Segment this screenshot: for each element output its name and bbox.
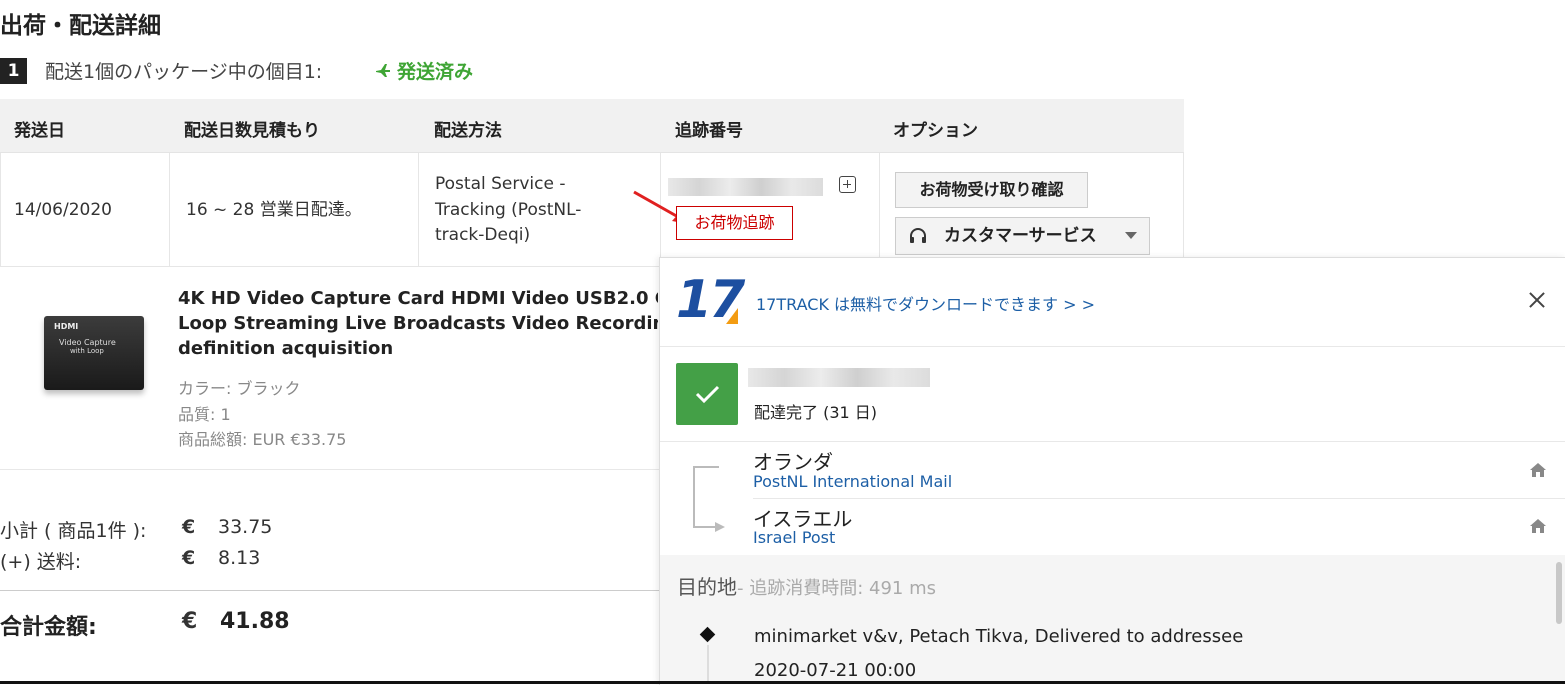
product-quantity: 品質: 1	[178, 405, 231, 424]
method-line-3: track-Deqi)	[435, 225, 531, 245]
logo-orange-corner	[726, 308, 738, 324]
shipping-label: (+) 送料:	[0, 551, 82, 573]
home-icon[interactable]	[1529, 462, 1547, 478]
col-options: オプション	[893, 121, 978, 141]
route-arrow-icon	[715, 522, 725, 532]
product-image-text-2: with Loop	[70, 347, 104, 355]
method-line-1: Postal Service -	[435, 174, 566, 194]
product-title-line: definition acquisition	[178, 338, 394, 359]
col-tracking-number: 追跡番号	[675, 121, 743, 141]
17track-logo: 17	[676, 270, 745, 330]
home-icon[interactable]	[1529, 518, 1547, 534]
divider	[660, 441, 1565, 442]
headset-icon	[908, 218, 928, 254]
scrollbar-thumb[interactable]	[1556, 562, 1562, 624]
method-line-2: Tracking (PostNL-	[435, 200, 582, 220]
table-divider	[169, 153, 170, 267]
package-number-badge: 1	[0, 58, 27, 84]
product-total: 商品総額: EUR €33.75	[178, 430, 347, 449]
shipping-status: 発送済み	[375, 57, 473, 84]
divider	[753, 498, 1565, 499]
product-title-line: 4K HD Video Capture Card HDMI Video USB2…	[178, 288, 658, 309]
shipping-status-label: 発送済み	[397, 61, 474, 83]
divider	[0, 469, 660, 470]
confirm-receipt-button[interactable]: お荷物受け取り確認	[895, 172, 1088, 208]
col-estimate: 配送日数見積もり	[184, 121, 320, 141]
product-color: カラー: ブラック	[178, 379, 301, 398]
delivery-status: 配達完了 (31 日)	[754, 403, 878, 422]
col-ship-date: 発送日	[14, 121, 65, 141]
tracking-number-redacted	[748, 368, 930, 387]
caret-down-icon	[1125, 232, 1137, 239]
col-method: 配送方法	[434, 121, 502, 141]
plus-square-icon[interactable]	[839, 176, 856, 193]
shipping-table-header	[0, 99, 1184, 153]
customer-service-button[interactable]: カスタマーサービス	[895, 217, 1150, 255]
total-value: 41.88	[220, 609, 290, 634]
event-timeline-line	[707, 645, 709, 684]
destination-header: 目的地- 追跡消費時間: 491 ms	[677, 571, 936, 600]
destination-carrier[interactable]: Israel Post	[753, 528, 835, 547]
product-image-brand: HDMI	[54, 322, 79, 331]
product-image[interactable]: HDMI Video Capture with Loop	[44, 316, 144, 390]
route-connector	[693, 466, 719, 468]
tracking-event-time: 2020-07-21 00:00	[754, 660, 917, 681]
ship-date-cell: 14/06/2020	[14, 200, 112, 220]
total-label: 合計金額:	[0, 615, 97, 640]
divider	[0, 590, 660, 591]
download-17track-link[interactable]: 17TRACK は無料でダウンロードできます > >	[756, 291, 1095, 315]
shipping-currency: €	[182, 547, 196, 569]
estimate-cell: 16 ~ 28 営業日配達。	[186, 200, 362, 220]
divider	[660, 346, 1565, 347]
subtotal-currency: €	[182, 516, 196, 538]
subtotal-label: 小計 ( 商品1件 ):	[0, 520, 147, 542]
page-title: 出荷・配送詳細	[0, 13, 161, 39]
destination-label: 目的地	[677, 575, 737, 599]
table-divider	[418, 153, 419, 267]
product-title[interactable]: 4K HD Video Capture Card HDMI Video USB2…	[178, 286, 658, 361]
product-image-text-1: Video Capture	[59, 338, 116, 347]
close-icon[interactable]	[1527, 290, 1547, 310]
tracking-event-text: minimarket v&v, Petach Tikva, Delivered …	[754, 626, 1244, 647]
total-currency: €	[182, 609, 198, 634]
table-divider	[879, 153, 880, 267]
origin-carrier[interactable]: PostNL International Mail	[753, 472, 952, 491]
customer-service-label: カスタマーサービス	[944, 226, 1097, 246]
origin-country: オランダ	[753, 450, 833, 474]
track-package-button[interactable]: お荷物追跡	[676, 206, 793, 240]
subtotal-value: 33.75	[218, 516, 273, 538]
package-count-text: 配送1個のパッケージ中の個目1:	[45, 61, 323, 83]
route-connector	[693, 466, 695, 526]
airplane-icon	[375, 61, 391, 83]
elapsed-time: - 追跡消費時間: 491 ms	[737, 578, 936, 599]
shipping-value: 8.13	[218, 547, 261, 569]
checkmark-icon	[676, 363, 738, 425]
product-title-line: Loop Streaming Live Broadcasts Video Rec…	[178, 313, 658, 334]
